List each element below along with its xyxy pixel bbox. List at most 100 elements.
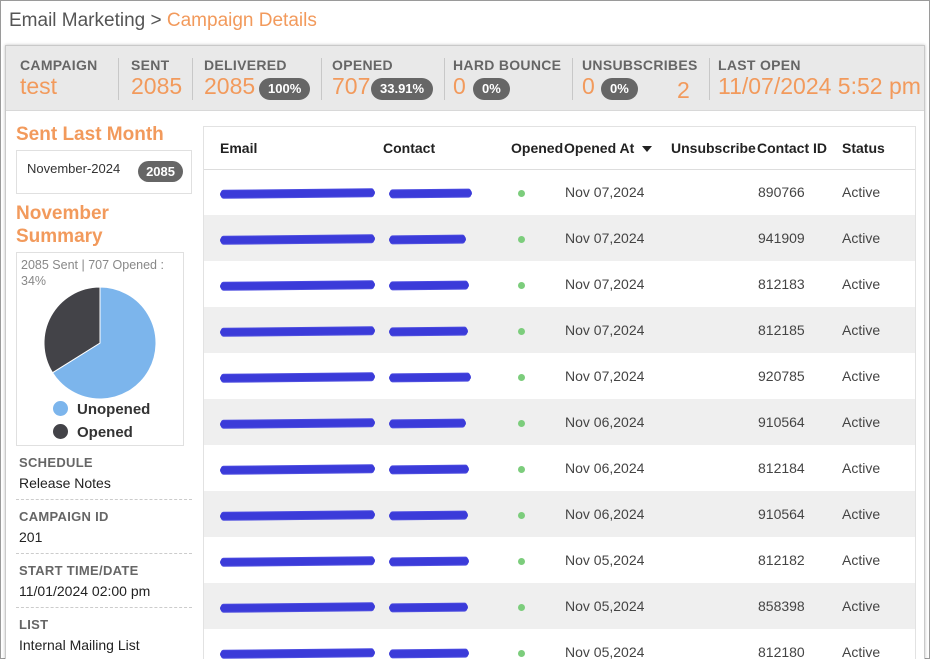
- column-header-email[interactable]: Email: [204, 127, 383, 170]
- email-cell: [204, 307, 383, 353]
- legend-item-opened[interactable]: Opened: [53, 424, 133, 441]
- unsubscribe-cell: [671, 583, 757, 629]
- status-cell: Active: [842, 644, 881, 659]
- opened-status-dot-icon: [518, 604, 525, 611]
- meta-value: 201: [19, 529, 43, 545]
- column-header-contact-id[interactable]: Contact ID: [757, 127, 842, 170]
- table-row[interactable]: Nov 06,2024 910564 Active: [204, 491, 915, 537]
- contact-cell: [383, 583, 511, 629]
- contact-id-cell: 812184: [758, 460, 805, 476]
- stats-bar: CAMPAIGN test SENT 2085 DELIVERED 2085 1…: [6, 46, 924, 111]
- stat-opened-label: OPENED: [332, 57, 393, 73]
- table-row[interactable]: Nov 07,2024 920785 Active: [204, 353, 915, 399]
- email-cell: [204, 491, 383, 537]
- opened-cell: [511, 491, 564, 537]
- redacted-contact: [388, 189, 473, 198]
- unsubscribe-cell: [671, 307, 757, 353]
- email-cell: [204, 583, 383, 629]
- opened-status-dot-icon: [518, 328, 525, 335]
- meta-label: LIST: [19, 617, 49, 632]
- table-row[interactable]: Nov 05,2024 858398 Active: [204, 583, 915, 629]
- opened-cell: [511, 399, 564, 445]
- opened-at-cell: Nov 06,2024: [565, 506, 645, 522]
- stat-delivered-label: DELIVERED: [204, 57, 287, 73]
- legend-label-unopened: Unopened: [77, 401, 151, 418]
- table-row[interactable]: Nov 06,2024 910564 Active: [204, 399, 915, 445]
- meta-value: Internal Mailing List: [19, 637, 140, 653]
- campaign-details-panel: CAMPAIGN test SENT 2085 DELIVERED 2085 1…: [5, 45, 925, 659]
- pie-chart-box: 2085 Sent | 707 Opened : 34% Unopened Op…: [16, 252, 184, 446]
- meta-label: START TIME/DATE: [19, 563, 139, 578]
- column-header-status[interactable]: Status: [842, 127, 915, 170]
- email-cell: [204, 261, 383, 307]
- stat-divider: [118, 58, 119, 100]
- pie-caption: 2085 Sent | 707 Opened : 34%: [21, 258, 164, 288]
- unsubscribe-cell: [671, 629, 757, 659]
- contact-cell: [383, 445, 511, 491]
- opened-status-dot-icon: [518, 282, 525, 289]
- stat-delivered-value: 2085: [204, 73, 256, 99]
- table-row[interactable]: Nov 07,2024 812183 Active: [204, 261, 915, 307]
- redacted-contact: [388, 373, 472, 382]
- contact-id-cell: 812180: [758, 644, 805, 659]
- opened-at-cell: Nov 07,2024: [565, 368, 645, 384]
- stat-campaign-label: CAMPAIGN: [20, 57, 98, 73]
- contact-cell: [383, 261, 511, 307]
- sort-down-icon[interactable]: [642, 145, 653, 152]
- opened-at-cell: Nov 07,2024: [565, 276, 645, 292]
- contact-cell: [383, 491, 511, 537]
- redacted-contact: [388, 235, 467, 244]
- stat-divider: [572, 58, 573, 100]
- recipients-table: Email Contact Opened Opened At Unsubscri…: [203, 126, 916, 659]
- status-cell: Active: [842, 414, 881, 430]
- redacted-contact: [388, 465, 470, 474]
- summary-title: November Summary: [16, 203, 109, 247]
- month-summary-box[interactable]: November-2024 2085: [16, 150, 192, 194]
- legend-dot-opened: [53, 424, 68, 439]
- table-row[interactable]: Nov 07,2024 890766 Active: [204, 169, 915, 215]
- email-cell: [204, 399, 383, 445]
- table-row[interactable]: Nov 07,2024 941909 Active: [204, 215, 915, 261]
- opened-pie-chart: [43, 286, 157, 400]
- status-cell: Active: [842, 322, 881, 338]
- column-header-opened-at[interactable]: Opened At: [564, 127, 671, 170]
- opened-status-dot-icon: [518, 420, 525, 427]
- email-cell: [204, 537, 383, 583]
- opened-at-cell: Nov 07,2024: [565, 184, 645, 201]
- opened-status-dot-icon: [518, 374, 525, 381]
- legend-item-unopened[interactable]: Unopened: [53, 401, 150, 418]
- unsubscribe-cell: [671, 491, 757, 537]
- column-header-opened[interactable]: Opened: [511, 127, 564, 170]
- opened-at-cell: Nov 06,2024: [565, 460, 645, 476]
- breadcrumb-separator: >: [150, 10, 162, 31]
- column-header-unsubscribe[interactable]: Unsubscribe: [671, 127, 757, 170]
- email-cell: [204, 353, 383, 399]
- stat-opened-pct-badge: 33.91%: [371, 78, 434, 100]
- opened-cell: [511, 307, 564, 353]
- contact-cell: [383, 169, 511, 215]
- stat-hard-bounce-pct-badge: 0%: [473, 78, 510, 100]
- redacted-contact: [388, 557, 470, 566]
- opened-at-cell: Nov 05,2024: [565, 598, 645, 614]
- breadcrumb-parent[interactable]: Email Marketing: [9, 10, 145, 31]
- redacted-contact: [388, 603, 469, 612]
- opened-cell: [511, 445, 564, 491]
- stat-unsubscribes-pct-badge: 0%: [601, 78, 638, 100]
- table-row[interactable]: Nov 06,2024 812184 Active: [204, 445, 915, 491]
- opened-status-dot-icon: [518, 558, 525, 565]
- table-row[interactable]: Nov 05,2024 812182 Active: [204, 537, 915, 583]
- contact-id-cell: 812185: [758, 322, 805, 338]
- opened-at-cell: Nov 07,2024: [565, 230, 645, 246]
- table-row[interactable]: Nov 05,2024 812180 Active: [204, 629, 915, 659]
- column-header-contact[interactable]: Contact: [383, 127, 511, 170]
- table-row[interactable]: Nov 07,2024 812185 Active: [204, 307, 915, 353]
- legend-label-opened: Opened: [77, 424, 133, 441]
- redacted-contact: [388, 327, 469, 336]
- stat-last-open-value: 11/07/2024 5:52 pm: [718, 73, 921, 99]
- campaign-meta-item: SCHEDULE Release Notes: [16, 446, 192, 500]
- month-count-badge: 2085: [138, 161, 183, 182]
- opened-cell: [511, 537, 564, 583]
- stat-unsubscribes-label: UNSUBSCRIBES: [582, 57, 698, 73]
- opened-cell: [511, 261, 564, 307]
- contact-id-cell: 941909: [758, 230, 805, 246]
